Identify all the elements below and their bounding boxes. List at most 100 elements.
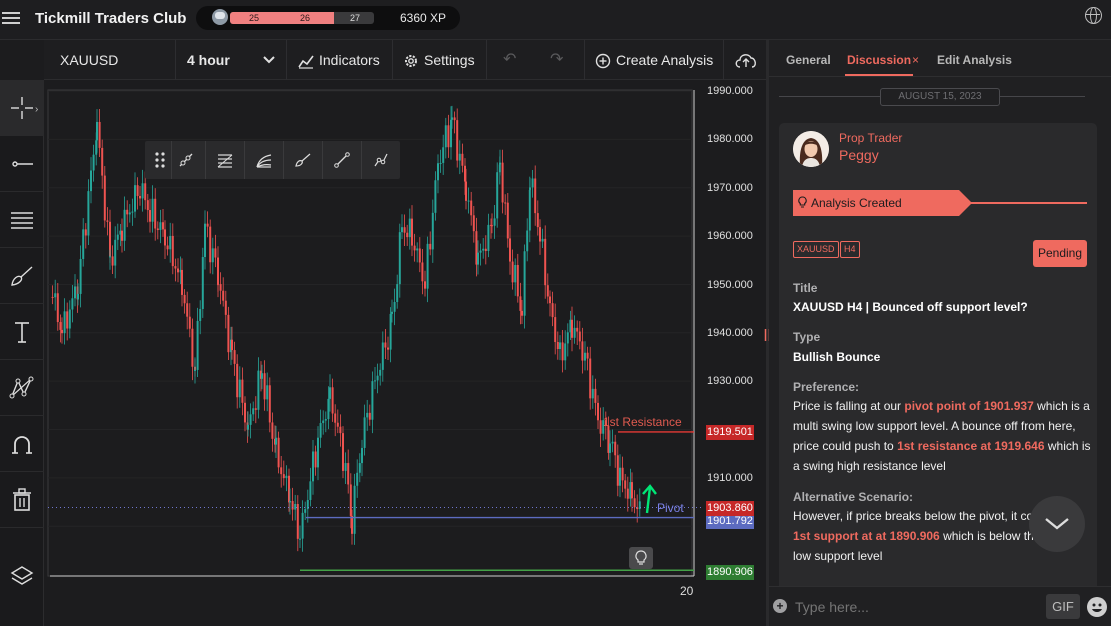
expand-arrow-icon[interactable]: › xyxy=(35,104,38,115)
tab-edit-analysis[interactable]: Edit Analysis xyxy=(937,53,1012,67)
price-axis-label: 1950.000 xyxy=(707,279,753,291)
brush-tool[interactable] xyxy=(0,248,44,304)
brand-title: Tickmill Traders Club xyxy=(35,10,187,27)
fib-fan-icon[interactable] xyxy=(251,147,277,173)
candle-body xyxy=(597,402,599,421)
candle-body xyxy=(177,268,179,273)
resistance-price-badge: 1919.501 xyxy=(706,425,754,440)
candle-body xyxy=(144,183,147,201)
candle-body xyxy=(131,211,134,213)
candle-body xyxy=(222,290,225,301)
layers-tool[interactable] xyxy=(0,548,44,604)
candle-body xyxy=(183,294,186,304)
candle-body xyxy=(358,463,361,473)
candle-body xyxy=(578,331,581,342)
pattern-tool[interactable] xyxy=(0,360,44,416)
candle-body xyxy=(431,212,434,250)
path-tool-icon[interactable] xyxy=(368,147,394,173)
scroll-down-button[interactable] xyxy=(1029,496,1085,552)
candle-body xyxy=(424,281,426,289)
candle-body xyxy=(411,218,413,246)
candle-body xyxy=(156,228,159,231)
support-price-badge: 1890.906 xyxy=(706,565,754,580)
timeframe-selector[interactable]: 4 hour xyxy=(187,40,230,80)
candle-body xyxy=(374,380,376,382)
candle-body xyxy=(523,251,526,316)
emoji-icon[interactable] xyxy=(1087,597,1107,617)
brush-small-icon[interactable] xyxy=(290,147,316,173)
author-name[interactable]: Peggy xyxy=(839,147,879,163)
fibonacci-icon xyxy=(11,211,33,229)
menu-icon[interactable] xyxy=(2,9,20,27)
create-analysis-button[interactable]: Create Analysis xyxy=(595,40,713,80)
chevron-down-icon[interactable] xyxy=(263,55,275,65)
undo-icon[interactable]: ↶ xyxy=(503,40,516,80)
attach-plus-icon[interactable]: + xyxy=(773,599,787,613)
candle-body xyxy=(519,296,522,311)
trend-line-tool[interactable] xyxy=(0,136,44,192)
gif-button[interactable]: GIF xyxy=(1046,594,1080,619)
candle-body xyxy=(98,121,101,148)
xp-total: 6360 XP xyxy=(400,11,447,25)
message-input[interactable] xyxy=(795,597,1035,617)
author-role: Prop Trader xyxy=(839,131,903,145)
tab-discussion[interactable]: Discussion xyxy=(847,53,911,67)
fib-retracement-icon[interactable] xyxy=(212,147,238,173)
magnet-tool[interactable] xyxy=(0,416,44,472)
candle-body xyxy=(529,187,531,190)
candle-body xyxy=(426,243,429,289)
indicators-button[interactable]: Indicators xyxy=(298,40,380,80)
cloud-upload-icon[interactable] xyxy=(734,51,758,69)
toolbar-divider xyxy=(361,141,362,179)
candle-body xyxy=(249,414,252,425)
close-icon[interactable]: × xyxy=(912,53,919,67)
candle-body xyxy=(68,309,71,329)
candle-body xyxy=(263,373,266,400)
candle-body xyxy=(227,314,230,353)
candle-body xyxy=(413,245,416,251)
time-axis-label: 20 xyxy=(680,584,694,598)
tab-general[interactable]: General xyxy=(786,53,831,67)
candle-body xyxy=(514,264,517,283)
candle-body xyxy=(312,451,314,482)
candle-body xyxy=(277,437,280,468)
candle-body xyxy=(87,191,90,236)
candle-body xyxy=(217,284,219,286)
candle-body xyxy=(389,313,392,350)
status-badge[interactable]: Pending xyxy=(1033,240,1087,267)
text-tool[interactable] xyxy=(0,304,44,360)
candle-body xyxy=(626,488,629,499)
candle-body xyxy=(301,512,304,539)
crosshair-icon xyxy=(11,96,33,119)
symbol-selector[interactable]: XAUUSD xyxy=(60,40,118,80)
candle-body xyxy=(299,538,301,540)
crosshair-tool[interactable]: › xyxy=(0,80,44,136)
redo-icon[interactable]: ↷ xyxy=(550,40,563,80)
settings-button[interactable]: Settings xyxy=(403,40,475,80)
candle-body xyxy=(509,238,511,262)
drag-handle-icon[interactable] xyxy=(147,147,173,173)
trend-line-small-icon[interactable] xyxy=(329,147,355,173)
analysis-created-ribbon: Analysis Created xyxy=(793,190,972,216)
candle-body xyxy=(126,209,129,215)
candle-body xyxy=(56,293,59,323)
candle-body xyxy=(214,248,217,258)
candle-body xyxy=(266,385,269,400)
candle-body xyxy=(171,235,174,267)
idea-bulb-icon[interactable] xyxy=(629,547,653,569)
candle-body xyxy=(280,467,283,475)
candle-body xyxy=(66,311,69,329)
delete-tool[interactable] xyxy=(0,472,44,528)
candle-body xyxy=(549,296,551,304)
ray-tool-icon[interactable] xyxy=(173,147,199,173)
candle-body xyxy=(408,218,411,238)
toolbar-divider xyxy=(322,141,323,179)
create-analysis-label: Create Analysis xyxy=(616,52,714,68)
pivot-label: Pivot xyxy=(657,501,684,515)
fib-tool[interactable] xyxy=(0,192,44,248)
globe-icon[interactable] xyxy=(1085,7,1102,24)
candle-body xyxy=(581,341,584,361)
candle-body xyxy=(291,501,294,510)
candle-body xyxy=(254,408,257,410)
avatar[interactable] xyxy=(793,131,829,167)
